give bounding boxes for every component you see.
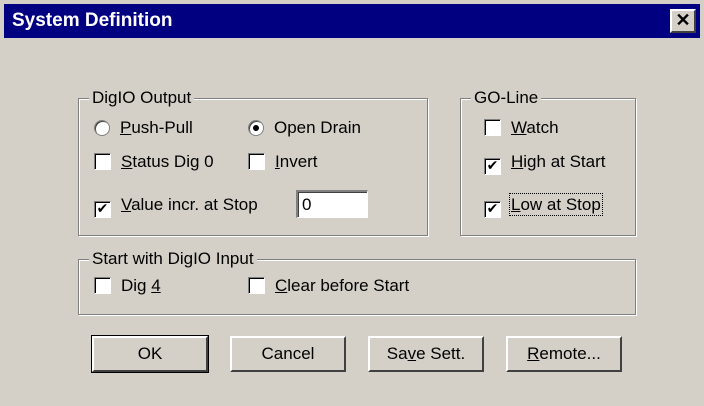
clear-before-start-box: [248, 277, 265, 294]
go-line-legend: GO-Line: [471, 88, 542, 108]
system-definition-dialog: System Definition ✕ DigIO Output Push-Pu…: [0, 0, 704, 406]
push-pull-radio-indicator: [94, 120, 110, 136]
digio-output-legend: DigIO Output: [89, 88, 195, 108]
check-icon: ✔: [486, 201, 499, 217]
low-at-stop-box: ✔: [484, 201, 501, 218]
high-at-start-box: ✔: [484, 158, 501, 175]
watch-box: [484, 119, 501, 136]
clear-before-start-checkbox[interactable]: Clear before Start: [248, 275, 409, 297]
start-input-legend: Start with DigIO Input: [89, 249, 257, 269]
open-drain-radio-indicator: [248, 120, 264, 136]
window-title: System Definition: [12, 10, 173, 31]
close-icon: ✕: [675, 10, 691, 30]
close-button[interactable]: ✕: [670, 9, 696, 33]
save-settings-button[interactable]: Save Sett.: [368, 336, 484, 372]
open-drain-radio[interactable]: Open Drain: [248, 117, 361, 139]
value-incr-input[interactable]: 0: [296, 190, 368, 218]
dig4-box: [94, 277, 111, 294]
high-at-start-checkbox[interactable]: ✔ High at Start: [484, 151, 606, 175]
invert-box: [248, 153, 265, 170]
low-at-stop-checkbox[interactable]: ✔ Low at Stop: [484, 193, 603, 218]
push-pull-radio[interactable]: Push-Pull: [94, 117, 193, 139]
ok-button[interactable]: OK: [91, 335, 209, 373]
title-bar: System Definition ✕: [4, 4, 700, 38]
cancel-button[interactable]: Cancel: [230, 336, 346, 372]
low-at-stop-label: Low at Stop: [509, 193, 603, 216]
value-incr-box: ✔: [94, 201, 111, 218]
status-dig0-box: [94, 153, 111, 170]
check-icon: ✔: [96, 201, 109, 217]
status-dig0-checkbox[interactable]: Status Dig 0: [94, 151, 214, 173]
value-incr-checkbox[interactable]: ✔ Value incr. at Stop: [94, 194, 258, 218]
check-icon: ✔: [486, 158, 499, 174]
invert-checkbox[interactable]: Invert: [248, 151, 318, 173]
watch-checkbox[interactable]: Watch: [484, 117, 559, 139]
remote-button[interactable]: Remote...: [506, 336, 622, 372]
dig4-checkbox[interactable]: Dig 4: [94, 275, 161, 297]
